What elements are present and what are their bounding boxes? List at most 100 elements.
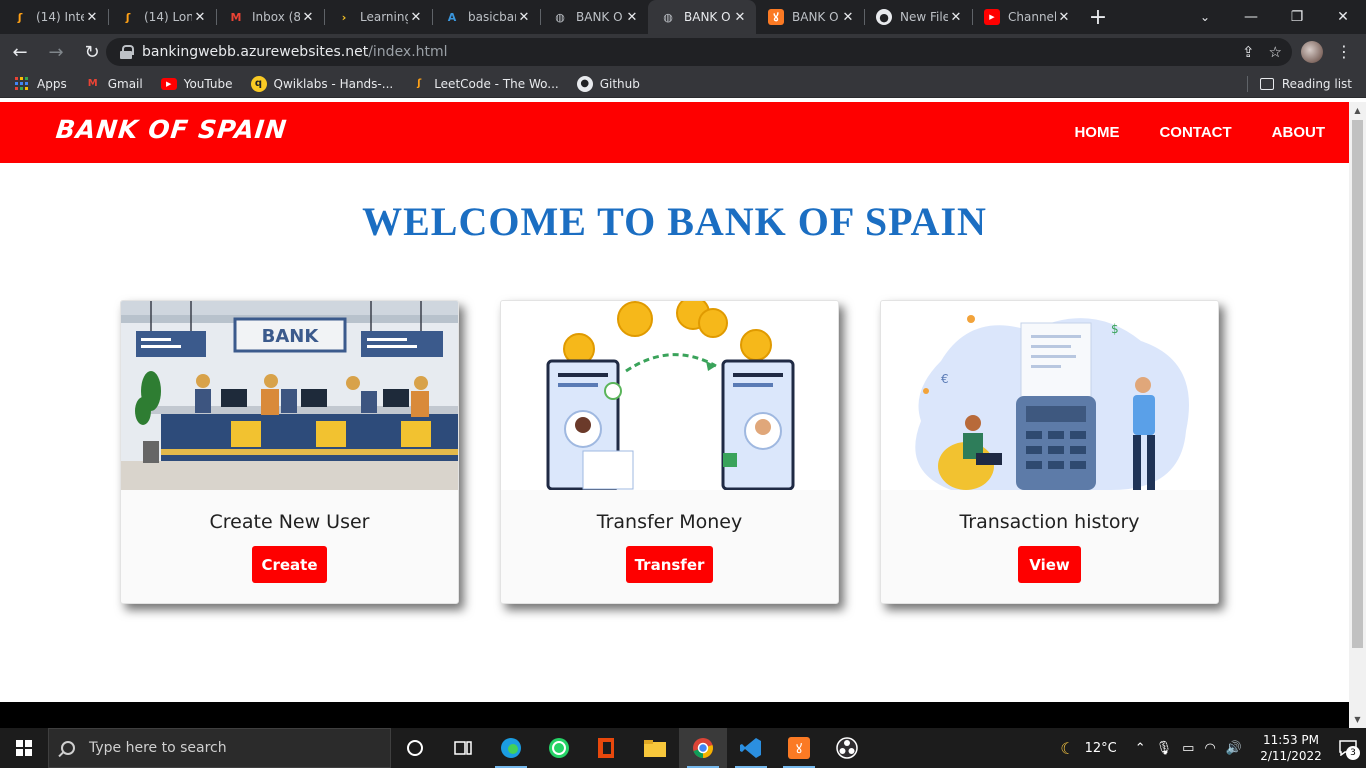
- bookmarks-bar: Apps M Gmail ▶ YouTube q Qwiklabs - Hand…: [0, 70, 1366, 98]
- transfer-button[interactable]: Transfer: [626, 546, 713, 583]
- close-tab-icon[interactable]: ✕: [1056, 10, 1072, 25]
- leetcode-icon: ʃ: [17, 10, 23, 24]
- profile-avatar[interactable]: [1301, 41, 1323, 63]
- close-tab-icon[interactable]: ✕: [516, 10, 532, 25]
- browser-tab-3[interactable]: M Inbox (8 ✕: [216, 0, 324, 34]
- tab-title: BANK O: [792, 10, 839, 24]
- page-viewport: BANK OF SPAIN HOME CONTACT ABOUT WELCOME…: [0, 102, 1349, 702]
- youtube-icon: ▶: [984, 9, 1000, 25]
- scroll-up-icon[interactable]: ▲: [1349, 102, 1366, 119]
- card-title: Transaction history: [959, 511, 1140, 533]
- start-button[interactable]: [0, 728, 48, 768]
- taskbar-search[interactable]: Type here to search: [48, 728, 391, 768]
- chrome-icon[interactable]: [679, 728, 727, 768]
- share-icon[interactable]: ⇪: [1242, 43, 1255, 61]
- lock-icon[interactable]: [120, 45, 134, 59]
- minimize-icon[interactable]: —: [1228, 0, 1274, 34]
- scrollbar-thumb[interactable]: [1352, 120, 1363, 648]
- nav-about[interactable]: ABOUT: [1272, 124, 1325, 141]
- task-view-icon[interactable]: [439, 728, 487, 768]
- scroll-down-icon[interactable]: ▼: [1349, 711, 1366, 728]
- close-tab-icon[interactable]: ✕: [408, 10, 424, 25]
- edge-icon[interactable]: [487, 728, 535, 768]
- github-icon: ●: [576, 75, 593, 92]
- close-tab-icon[interactable]: ✕: [84, 10, 100, 25]
- browser-tab-2[interactable]: ʃ (14) Lon ✕: [108, 0, 216, 34]
- browser-tab-10[interactable]: ▶ Channel ✕: [972, 0, 1080, 34]
- browser-tab-8[interactable]: ꙋ BANK O ✕: [756, 0, 864, 34]
- card-title: Transfer Money: [596, 511, 743, 533]
- tab-title: Learning: [360, 10, 408, 24]
- card-transaction-history: $ € Transaction history View: [880, 300, 1219, 604]
- window-controls: — ❐ ✕: [1228, 0, 1366, 34]
- close-window-icon[interactable]: ✕: [1320, 0, 1366, 34]
- bank-counter-illustration: BANK: [121, 301, 458, 490]
- microphone-icon[interactable]: 🎙: [1156, 741, 1173, 756]
- forward-arrow-icon[interactable]: →: [40, 36, 72, 68]
- browser-menu-icon[interactable]: ⋮: [1336, 43, 1352, 61]
- wifi-icon[interactable]: ◠: [1204, 741, 1215, 756]
- back-arrow-icon[interactable]: ←: [4, 36, 36, 68]
- euro-sign-icon: €: [941, 372, 949, 386]
- bookmark-gmail[interactable]: M Gmail: [85, 76, 143, 92]
- battery-icon[interactable]: ▭: [1182, 741, 1194, 756]
- close-tab-icon[interactable]: ✕: [840, 10, 856, 25]
- tray-chevron-up-icon[interactable]: ⌃: [1135, 741, 1146, 756]
- browser-tab-9[interactable]: ● New File ✕: [864, 0, 972, 34]
- bookmark-label: Github: [599, 76, 640, 91]
- close-tab-icon[interactable]: ✕: [300, 10, 316, 25]
- gmail-icon: M: [87, 78, 98, 89]
- bookmark-label: Qwiklabs - Hands-...: [273, 76, 394, 91]
- weather-temperature[interactable]: 12°C: [1085, 741, 1117, 756]
- browser-tab-7-active[interactable]: ◍ BANK O ✕: [648, 0, 756, 34]
- moon-weather-icon[interactable]: ☾: [1060, 739, 1074, 758]
- bookmark-star-icon[interactable]: ☆: [1269, 43, 1282, 61]
- reading-list-label: Reading list: [1281, 77, 1352, 91]
- youtube-icon: ▶: [160, 77, 177, 90]
- site-footer-bar: [0, 702, 1349, 728]
- obs-icon[interactable]: [823, 728, 871, 768]
- create-button[interactable]: Create: [252, 546, 327, 583]
- nav-contact[interactable]: CONTACT: [1159, 124, 1231, 141]
- site-brand[interactable]: BANK OF SPAIN: [54, 115, 288, 144]
- address-bar[interactable]: bankingwebb.azurewebsites.net/index.html…: [106, 38, 1292, 66]
- close-tab-icon[interactable]: ✕: [732, 10, 748, 25]
- bookmark-github[interactable]: ● Github: [576, 75, 640, 92]
- restore-icon[interactable]: ❐: [1274, 0, 1320, 34]
- volume-icon[interactable]: 🔊: [1226, 741, 1242, 756]
- azure-icon: A: [447, 10, 457, 24]
- bookmark-leetcode[interactable]: ʃ LeetCode - The Wo...: [411, 76, 559, 92]
- browser-tab-4[interactable]: › Learning ✕: [324, 0, 432, 34]
- learning-icon: ›: [341, 10, 347, 24]
- xampp-icon[interactable]: ꙋ: [775, 728, 823, 768]
- close-tab-icon[interactable]: ✕: [624, 10, 640, 25]
- page-scrollbar[interactable]: ▲ ▼: [1349, 102, 1366, 728]
- taskbar-clock[interactable]: 11:53 PM 2/11/2022: [1252, 732, 1330, 764]
- nav-home[interactable]: HOME: [1074, 124, 1119, 141]
- bookmark-apps[interactable]: Apps: [14, 76, 67, 92]
- tab-title: basicbar: [468, 10, 516, 24]
- tab-title: BANK O: [684, 10, 731, 24]
- file-explorer-icon[interactable]: [631, 728, 679, 768]
- notification-center-icon[interactable]: 3: [1330, 728, 1366, 768]
- view-button[interactable]: View: [1018, 546, 1081, 583]
- office-icon[interactable]: [583, 728, 631, 768]
- bookmark-youtube[interactable]: ▶ YouTube: [160, 77, 233, 91]
- new-tab-button[interactable]: +: [1080, 0, 1116, 34]
- browser-tab-5[interactable]: A basicbar ✕: [432, 0, 540, 34]
- reading-list[interactable]: Reading list: [1246, 70, 1352, 98]
- vscode-icon[interactable]: [727, 728, 775, 768]
- close-tab-icon[interactable]: ✕: [948, 10, 964, 25]
- cortana-icon[interactable]: [391, 728, 439, 768]
- close-tab-icon[interactable]: ✕: [192, 10, 208, 25]
- tab-search-icon[interactable]: ⌄: [1190, 0, 1220, 34]
- bank-sign-text: BANK: [262, 326, 320, 347]
- browser-tab-1[interactable]: ʃ (14) Inte ✕: [0, 0, 108, 34]
- whatsapp-icon[interactable]: [535, 728, 583, 768]
- tab-title: (14) Inte: [36, 10, 84, 24]
- svg-text:ꙋ: ꙋ: [796, 742, 802, 757]
- reload-icon[interactable]: ↻: [76, 36, 108, 68]
- bookmark-label: LeetCode - The Wo...: [434, 76, 559, 91]
- bookmark-qwiklabs[interactable]: q Qwiklabs - Hands-...: [250, 75, 394, 92]
- browser-tab-6[interactable]: ◍ BANK O ✕: [540, 0, 648, 34]
